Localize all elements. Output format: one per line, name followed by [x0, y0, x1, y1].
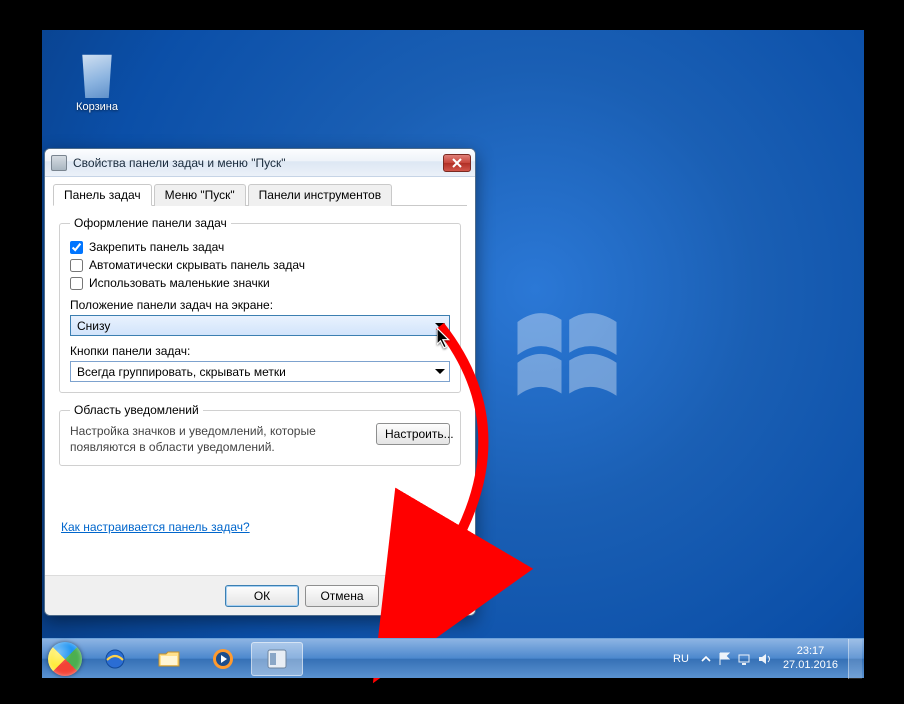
tab-panel: Оформление панели задач Закрепить панель…	[45, 206, 475, 540]
properties-window-icon	[264, 647, 290, 671]
taskbar-btn-media-player[interactable]	[197, 642, 249, 676]
ie-icon	[102, 647, 128, 671]
small-icons-checkbox[interactable]	[70, 277, 83, 290]
taskbar: RU 23:17 27.01.2016	[42, 638, 864, 678]
chevron-up-icon	[701, 654, 711, 664]
tabs: Панель задач Меню "Пуск" Панели инструме…	[53, 183, 467, 206]
notification-text: Настройка значков и уведомлений, которые…	[70, 423, 366, 455]
clock-time: 23:17	[783, 645, 838, 658]
position-label: Положение панели задач на экране:	[70, 298, 450, 312]
clock-date: 27.01.2016	[783, 659, 838, 672]
lock-taskbar-checkbox[interactable]	[70, 241, 83, 254]
ok-button[interactable]: ОК	[225, 585, 299, 607]
dialog-icon	[51, 155, 67, 171]
notification-legend: Область уведомлений	[70, 403, 203, 417]
network-icon[interactable]	[737, 651, 753, 667]
buttons-value: Всегда группировать, скрывать метки	[77, 365, 286, 379]
lock-taskbar-row[interactable]: Закрепить панель задач	[70, 240, 450, 254]
small-icons-row[interactable]: Использовать маленькие значки	[70, 276, 450, 290]
recycle-bin-label: Корзина	[67, 101, 127, 113]
chevron-down-icon	[435, 323, 445, 328]
volume-icon[interactable]	[757, 651, 773, 667]
flag-icon[interactable]	[717, 651, 733, 667]
notification-group: Область уведомлений Настройка значков и …	[59, 403, 461, 466]
help-link[interactable]: Как настраивается панель задач?	[61, 520, 250, 534]
cancel-button[interactable]: Отмена	[305, 585, 379, 607]
position-value: Снизу	[77, 319, 110, 333]
recycle-bin-icon	[76, 50, 118, 98]
dialog-buttons: ОК Отмена Применить	[45, 575, 475, 615]
buttons-select[interactable]: Всегда группировать, скрывать метки	[70, 361, 450, 382]
appearance-legend: Оформление панели задач	[70, 216, 231, 230]
close-icon	[452, 158, 462, 168]
tab-toolbars[interactable]: Панели инструментов	[248, 184, 392, 206]
tab-start-menu[interactable]: Меню "Пуск"	[154, 184, 246, 206]
system-tray: RU 23:17 27.01.2016	[665, 639, 864, 679]
appearance-group: Оформление панели задач Закрепить панель…	[59, 216, 461, 393]
lock-taskbar-label: Закрепить панель задач	[89, 240, 224, 254]
media-player-icon	[210, 647, 236, 671]
dialog-title: Свойства панели задач и меню "Пуск"	[73, 156, 286, 170]
auto-hide-row[interactable]: Автоматически скрывать панель задач	[70, 258, 450, 272]
taskbar-properties-dialog: Свойства панели задач и меню "Пуск" Пане…	[44, 148, 476, 616]
tray-show-hidden[interactable]	[699, 652, 713, 666]
desktop: Корзина Свойства панели задач и меню "Пу…	[42, 30, 864, 678]
configure-button[interactable]: Настроить...	[376, 423, 450, 445]
windows-orb-icon	[48, 642, 82, 676]
taskbar-btn-ie[interactable]	[89, 642, 141, 676]
auto-hide-label: Автоматически скрывать панель задач	[89, 258, 305, 272]
show-desktop-button[interactable]	[848, 639, 862, 679]
recycle-bin[interactable]: Корзина	[67, 50, 127, 113]
tab-taskbar[interactable]: Панель задач	[53, 184, 152, 206]
close-button[interactable]	[443, 154, 471, 172]
clock[interactable]: 23:17 27.01.2016	[783, 645, 838, 671]
apply-button[interactable]: Применить	[385, 585, 465, 607]
wallpaper-logo	[512, 300, 622, 410]
small-icons-label: Использовать маленькие значки	[89, 276, 270, 290]
position-select[interactable]: Снизу	[70, 315, 450, 336]
folder-icon	[156, 647, 182, 671]
titlebar[interactable]: Свойства панели задач и меню "Пуск"	[45, 149, 475, 177]
taskbar-btn-properties[interactable]	[251, 642, 303, 676]
chevron-down-icon	[435, 369, 445, 374]
start-button[interactable]	[42, 639, 88, 679]
taskbar-btn-explorer[interactable]	[143, 642, 195, 676]
auto-hide-checkbox[interactable]	[70, 259, 83, 272]
buttons-label: Кнопки панели задач:	[70, 344, 450, 358]
language-indicator[interactable]: RU	[673, 653, 689, 665]
